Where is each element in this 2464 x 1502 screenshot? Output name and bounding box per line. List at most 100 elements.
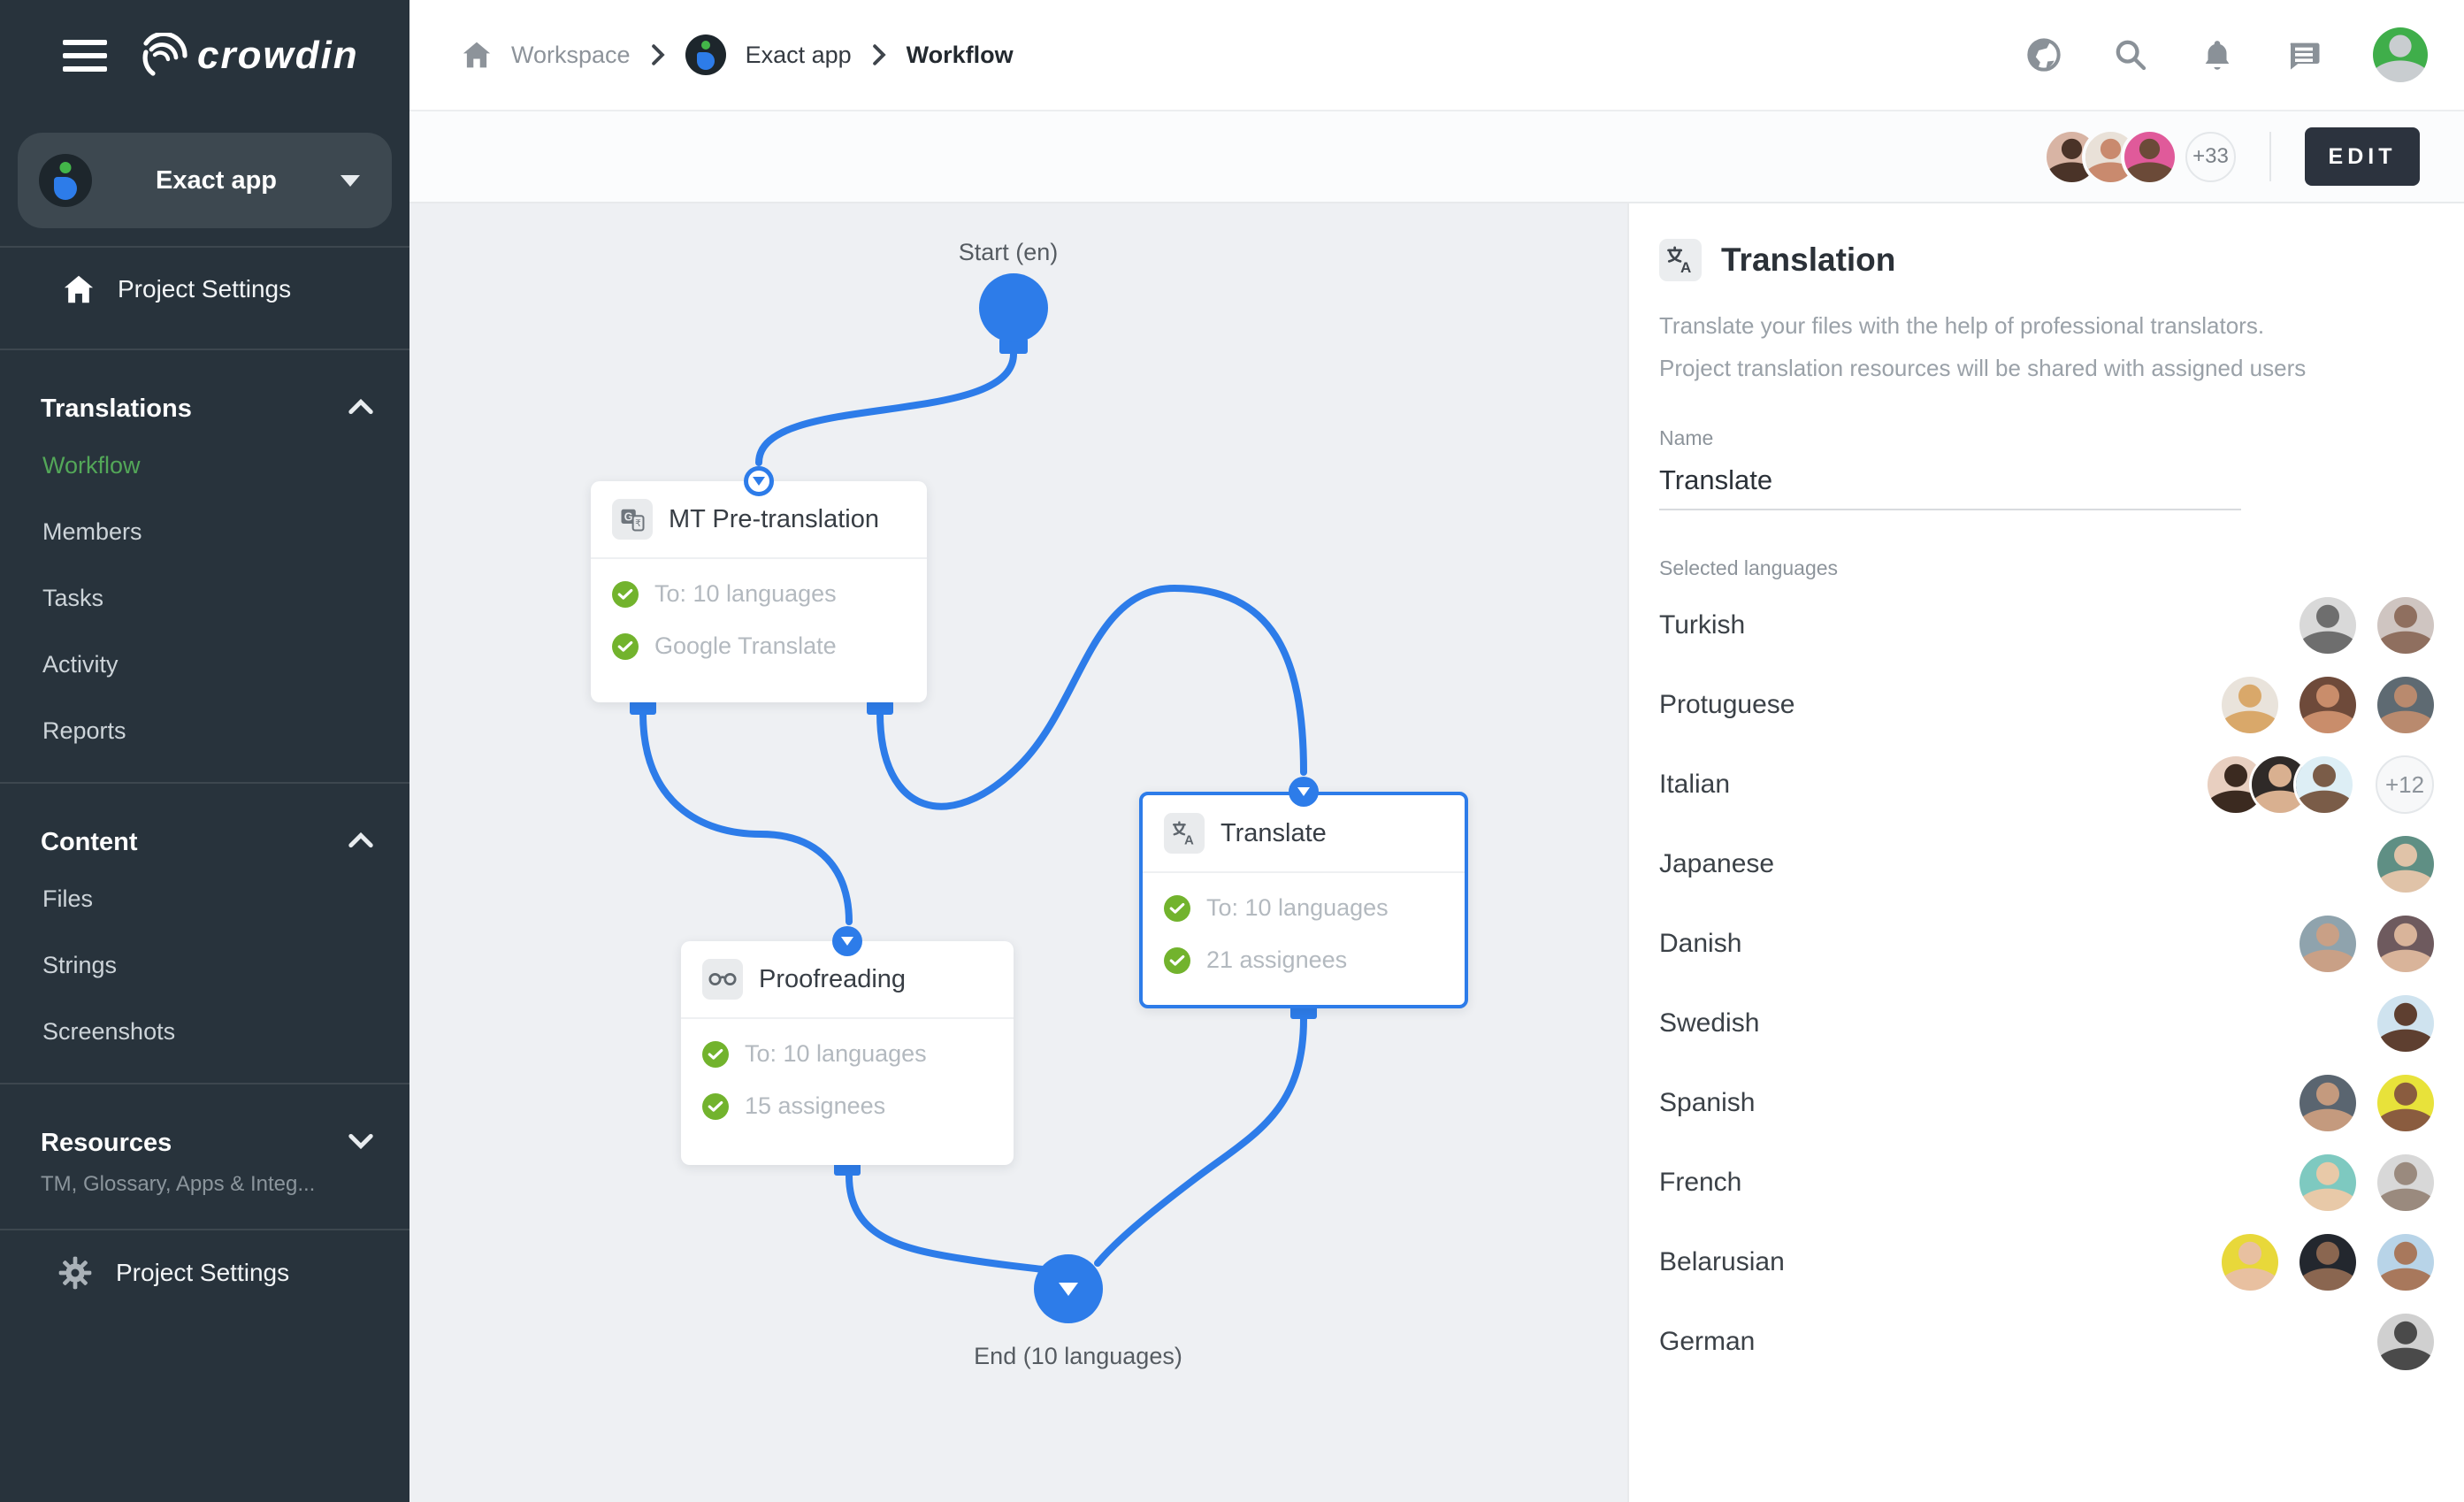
node-title: Proofreading xyxy=(759,965,906,994)
sidebar-section-resources[interactable]: Resources xyxy=(0,1092,409,1167)
sidebar-item-project-settings-footer[interactable]: Project Settings xyxy=(0,1230,409,1315)
language-row-danish[interactable]: Danish xyxy=(1659,904,2434,984)
participants-avatars[interactable] xyxy=(2047,132,2175,182)
globe-icon[interactable] xyxy=(2026,37,2062,73)
chevron-right-icon xyxy=(871,43,887,66)
check-label: To: 10 languages xyxy=(1206,894,1389,922)
svg-text:G: G xyxy=(624,511,633,524)
glasses-icon xyxy=(702,959,743,1000)
sidebar-item-screenshots[interactable]: Screenshots xyxy=(0,999,409,1065)
language-row-protuguese[interactable]: Protuguese xyxy=(1659,665,2434,745)
node-check-row: To: 10 languages xyxy=(612,580,906,608)
sidebar-item-tasks[interactable]: Tasks xyxy=(0,565,409,632)
divider xyxy=(2269,132,2271,181)
assignee-avatar xyxy=(2296,756,2353,813)
hamburger-menu-icon[interactable] xyxy=(63,40,107,72)
workflow-canvas[interactable]: Start (en) G ₹ MT Pre-translation To: 10… xyxy=(409,203,1627,1502)
participants-more-badge[interactable]: +33 xyxy=(2185,132,2236,182)
sidebar-footer-label: Project Settings xyxy=(116,1259,289,1287)
check-icon xyxy=(1164,947,1190,974)
language-row-swedish[interactable]: Swedish xyxy=(1659,984,2434,1063)
sidebar-item-files[interactable]: Files xyxy=(0,866,409,932)
language-avatars xyxy=(2299,916,2434,972)
home-icon xyxy=(63,274,95,304)
svg-text:₹: ₹ xyxy=(635,518,641,529)
sidebar-item-strings[interactable]: Strings xyxy=(0,932,409,999)
check-icon xyxy=(1164,895,1190,922)
language-row-italian[interactable]: Italian+12 xyxy=(1659,745,2434,824)
language-row-french[interactable]: French xyxy=(1659,1143,2434,1222)
languages-list: TurkishProtugueseItalian+12Japanese Danis… xyxy=(1659,586,2434,1382)
home-breadcrumb-icon[interactable] xyxy=(462,41,492,69)
name-field-label: Name xyxy=(1659,426,2434,450)
bell-icon[interactable] xyxy=(2200,37,2235,73)
end-node[interactable] xyxy=(1034,1254,1103,1323)
language-row-turkish[interactable]: Turkish xyxy=(1659,586,2434,665)
assignee-avatar xyxy=(2377,1234,2434,1291)
input-port-icon xyxy=(1289,777,1319,807)
top-header: Workspace Exact app Workflow xyxy=(409,0,2464,111)
assignee-avatar xyxy=(2377,597,2434,654)
start-node-label: Start (en) xyxy=(959,239,1059,266)
assignee-avatar xyxy=(2222,677,2278,733)
header-actions xyxy=(2026,27,2428,82)
sidebar-item-reports[interactable]: Reports xyxy=(0,698,409,764)
breadcrumb-app[interactable]: Exact app xyxy=(746,42,852,69)
assignee-avatar xyxy=(2377,916,2434,972)
sidebar-item-members[interactable]: Members xyxy=(0,499,409,565)
workflow-node-translate[interactable]: A Translate To: 10 languages21 assignees xyxy=(1139,792,1468,1008)
sidebar-sections: Translations WorkflowMembersTasksActivity… xyxy=(0,350,409,1211)
check-label: 21 assignees xyxy=(1206,946,1347,974)
chevron-right-icon xyxy=(650,43,666,66)
section-title: Translations xyxy=(41,395,192,424)
language-avatars xyxy=(2222,677,2434,733)
sidebar-item-activity[interactable]: Activity xyxy=(0,632,409,698)
check-icon xyxy=(702,1093,729,1120)
project-switcher[interactable]: Exact app xyxy=(18,133,392,228)
workflow-node-proofreading[interactable]: Proofreading To: 10 languages15 assignee… xyxy=(681,941,1014,1165)
more-assignees-badge[interactable]: +12 xyxy=(2376,755,2434,814)
panel-title: Translation xyxy=(1721,241,1895,279)
language-row-german[interactable]: German xyxy=(1659,1302,2434,1382)
assignee-avatar xyxy=(2299,597,2356,654)
assignee-avatar xyxy=(2299,1234,2356,1291)
language-avatars xyxy=(2377,836,2434,893)
sidebar-item-project-settings-home[interactable]: Project Settings xyxy=(0,248,409,331)
language-row-belarusian[interactable]: Belarusian xyxy=(1659,1222,2434,1302)
workflow-node-mt-pre-translation[interactable]: G ₹ MT Pre-translation To: 10 languages G… xyxy=(591,481,927,702)
edit-button[interactable]: EDIT xyxy=(2305,127,2420,186)
search-icon[interactable] xyxy=(2113,37,2148,73)
language-avatars xyxy=(2299,1154,2434,1211)
language-name: German xyxy=(1659,1327,1755,1357)
project-name: Exact app xyxy=(92,166,341,195)
node-checks: To: 10 languages15 assignees xyxy=(681,1019,1014,1153)
node-checks: To: 10 languages Google Translate xyxy=(591,559,927,694)
sidebar-section-content[interactable]: Content xyxy=(0,791,409,866)
project-logo-icon xyxy=(39,154,92,207)
language-row-japanese[interactable]: Japanese xyxy=(1659,824,2434,904)
node-title: MT Pre-translation xyxy=(669,505,879,534)
start-node[interactable] xyxy=(979,273,1048,342)
language-row-spanish[interactable]: Spanish xyxy=(1659,1063,2434,1143)
node-check-row: To: 10 languages xyxy=(1164,894,1443,922)
language-name: Danish xyxy=(1659,929,1741,959)
sidebar-item-workflow[interactable]: Workflow xyxy=(0,433,409,499)
messages-icon[interactable] xyxy=(2286,37,2322,73)
node-check-row: 15 assignees xyxy=(702,1092,992,1120)
panel-description-line: Translate your files with the help of pr… xyxy=(1659,304,2434,347)
user-avatar[interactable] xyxy=(2373,27,2428,82)
participant-avatar xyxy=(2124,132,2175,182)
check-icon xyxy=(702,1041,729,1068)
name-input[interactable] xyxy=(1659,459,2241,510)
translate-icon: A xyxy=(1164,813,1205,854)
language-avatars xyxy=(2377,1314,2434,1370)
check-label: Google Translate xyxy=(654,632,837,660)
crowdin-logo[interactable]: crowdin xyxy=(139,33,359,79)
chevron-up-icon xyxy=(348,832,374,853)
panel-description: Translate your files with the help of pr… xyxy=(1659,304,2434,389)
breadcrumb-page: Workflow xyxy=(907,42,1014,69)
sidebar-section-translations[interactable]: Translations xyxy=(0,357,409,433)
breadcrumb-app-icon xyxy=(685,34,726,75)
assignee-avatar xyxy=(2299,916,2356,972)
breadcrumb-workspace[interactable]: Workspace xyxy=(511,42,631,69)
